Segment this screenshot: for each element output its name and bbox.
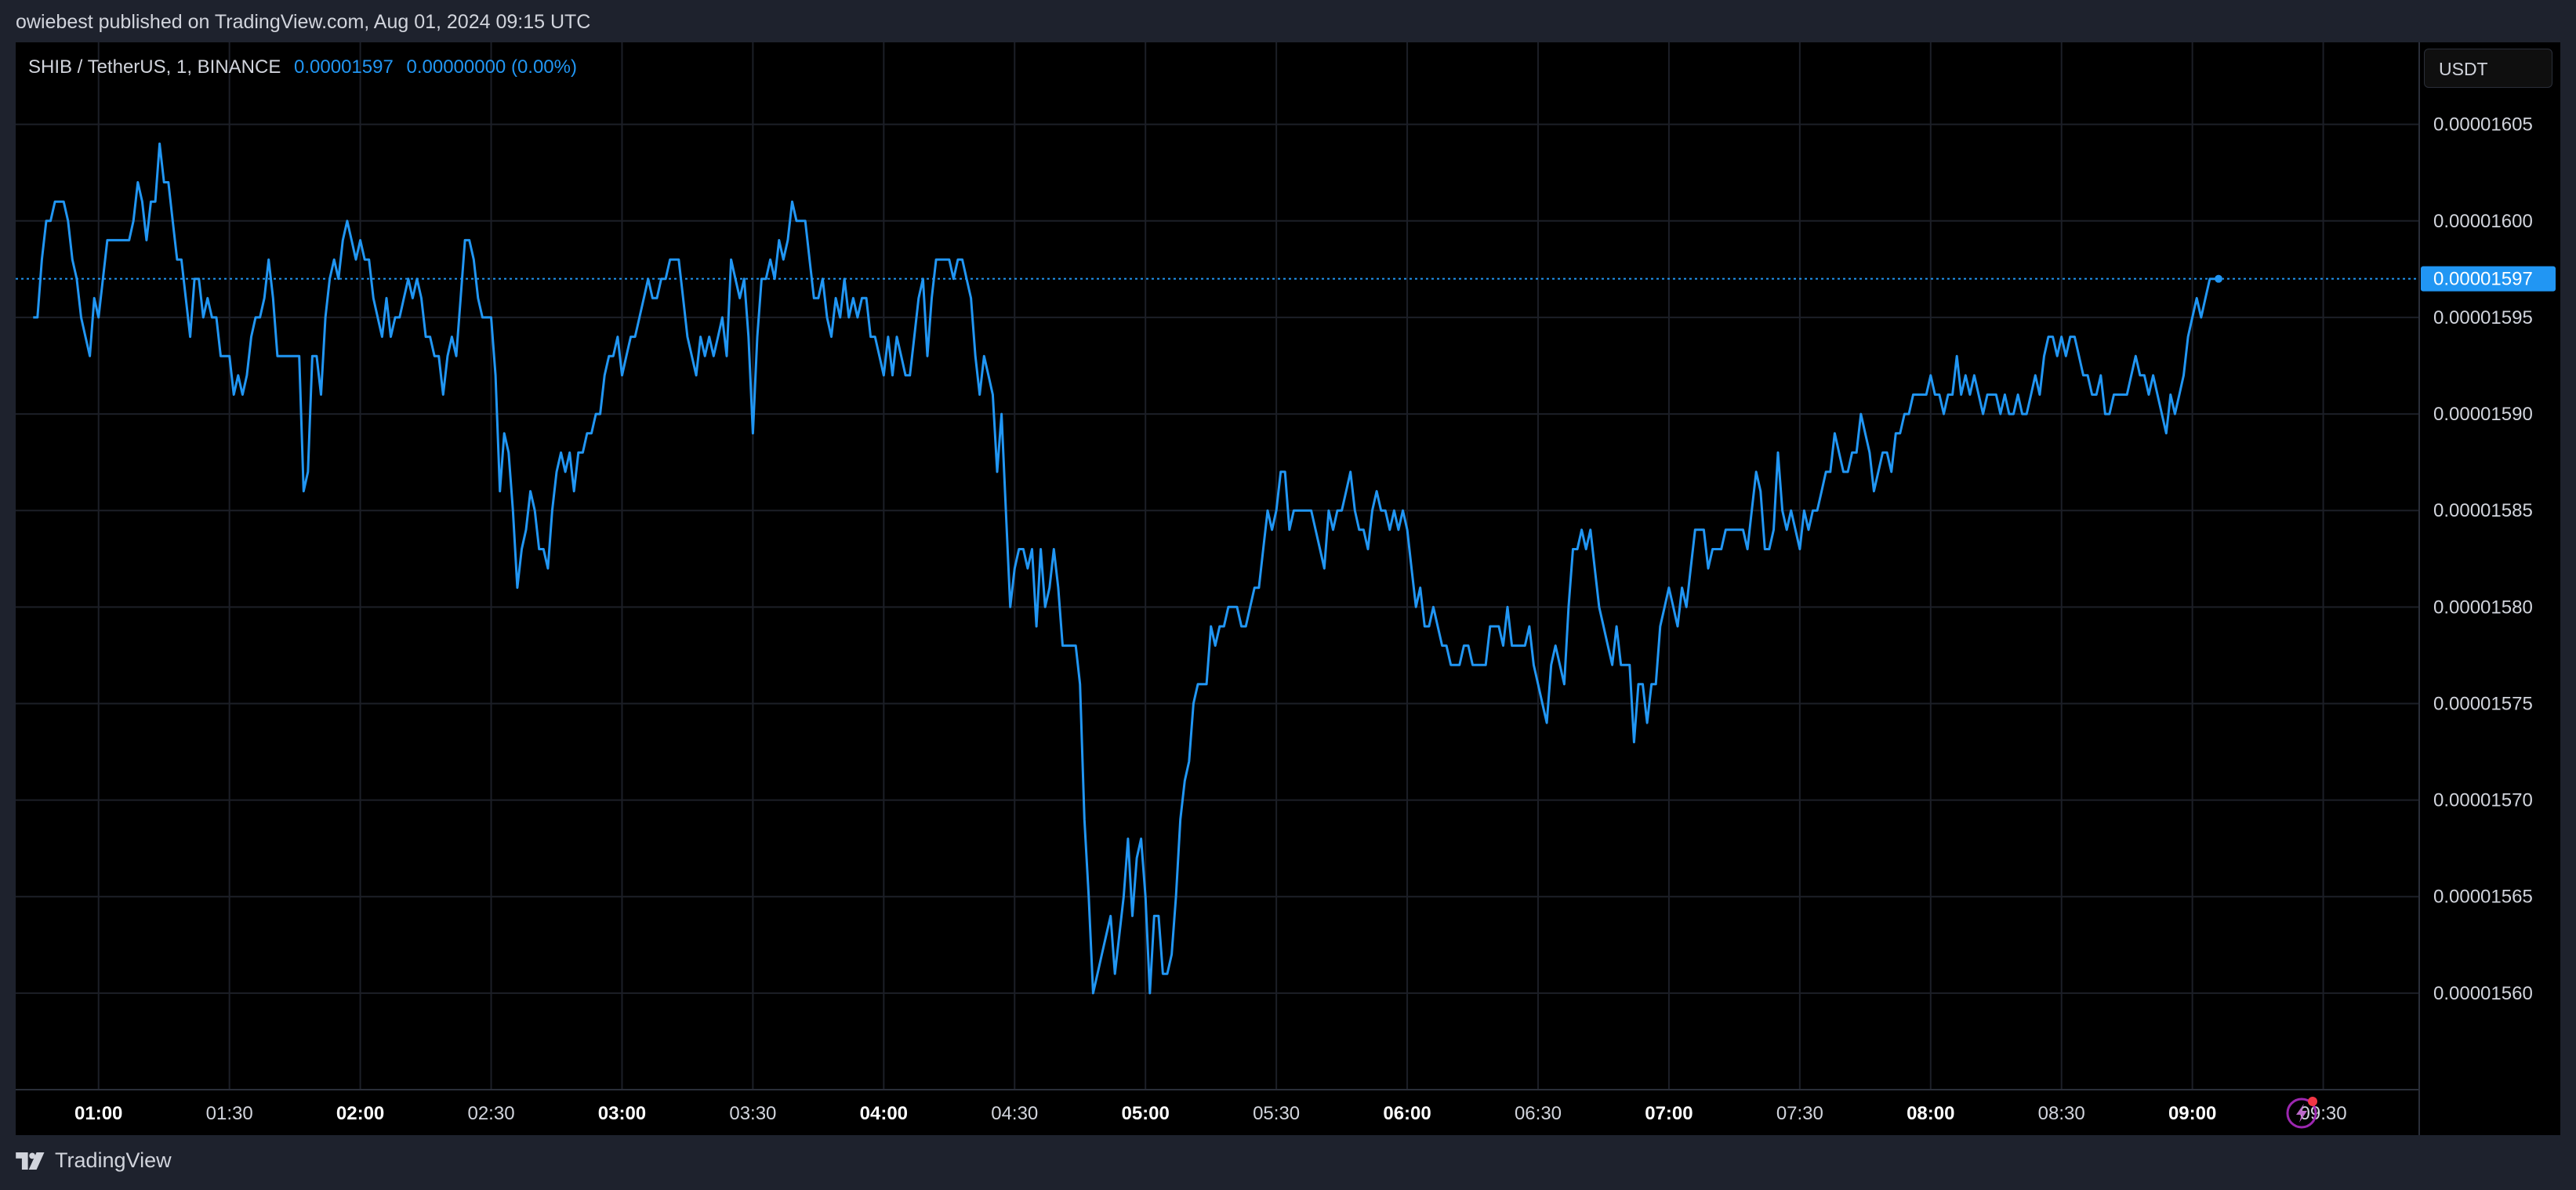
price-axis-tick: 0.00001595 (2433, 307, 2533, 328)
currency-button[interactable]: USDT (2424, 49, 2552, 88)
tradingview-logo-icon (16, 1152, 45, 1170)
last-price-marker (2215, 274, 2223, 283)
price-axis-tick: 0.00001590 (2433, 404, 2533, 425)
time-axis-tick: 06:30 (1515, 1103, 1562, 1124)
price-axis-tick: 0.00001560 (2433, 983, 2533, 1004)
legend-change: 0.00000000 (0.00%) (406, 56, 577, 78)
price-axis-tick: 0.00001570 (2433, 790, 2533, 811)
time-axis-tick: 01:30 (206, 1103, 253, 1124)
time-axis-tick: 04:00 (860, 1103, 908, 1124)
time-axis-tick: 08:00 (1907, 1103, 1954, 1124)
last-price-tag: 0.00001597 (2421, 266, 2556, 292)
time-axis-tick: 09:00 (2168, 1103, 2216, 1124)
symbol-name[interactable]: SHIB / TetherUS, 1, BINANCE (28, 56, 281, 78)
time-axis-tick: 03:00 (598, 1103, 646, 1124)
time-axis-tick: 07:00 (1645, 1103, 1693, 1124)
lightning-bolt-icon[interactable] (2284, 1094, 2320, 1130)
published-by-text: owiebest published on TradingView.com, A… (16, 11, 591, 33)
time-axis-tick: 05:00 (1121, 1103, 1169, 1124)
chart-area[interactable]: 0.00001605 0.00001600 0.00001595 0.00001590… (16, 42, 2560, 1135)
price-axis-tick: 0.00001600 (2433, 211, 2533, 232)
legend-price: 0.00001597 (294, 56, 394, 78)
time-axis-tick: 07:30 (1776, 1103, 1823, 1124)
price-axis-labels: 0.00001605 0.00001600 0.00001595 0.00001590… (2433, 114, 2533, 1004)
time-axis-tick: 06:00 (1383, 1103, 1431, 1124)
price-axis-tick: 0.00001575 (2433, 693, 2533, 714)
time-axis-tick: 04:30 (991, 1103, 1038, 1124)
grid-lines (16, 42, 2419, 1090)
symbol-legend[interactable]: SHIB / TetherUS, 1, BINANCE 0.00001597 0… (28, 56, 577, 78)
time-axis-tick: 05:30 (1253, 1103, 1300, 1124)
last-price-tag-label: 0.00001597 (2433, 269, 2533, 290)
price-chart[interactable]: 0.00001605 0.00001600 0.00001595 0.00001590… (16, 42, 2560, 1135)
time-axis-labels: 01:00 01:30 02:00 02:30 03:00 03:30 04:00 04:30… (74, 1103, 2347, 1124)
brand-name: TradingView (55, 1148, 172, 1172)
time-axis-tick: 02:30 (467, 1103, 514, 1124)
time-axis-tick: 01:00 (74, 1103, 122, 1124)
price-axis-tick: 0.00001605 (2433, 114, 2533, 136)
time-axis-tick: 03:30 (729, 1103, 776, 1124)
time-axis-tick: 02:00 (336, 1103, 384, 1124)
price-axis-tick: 0.00001565 (2433, 887, 2533, 908)
price-axis-tick: 0.00001585 (2433, 500, 2533, 521)
price-axis-tick: 0.00001580 (2433, 597, 2533, 618)
footer-brand[interactable]: TradingView (16, 1148, 172, 1173)
time-axis-tick: 08:30 (2038, 1103, 2085, 1124)
